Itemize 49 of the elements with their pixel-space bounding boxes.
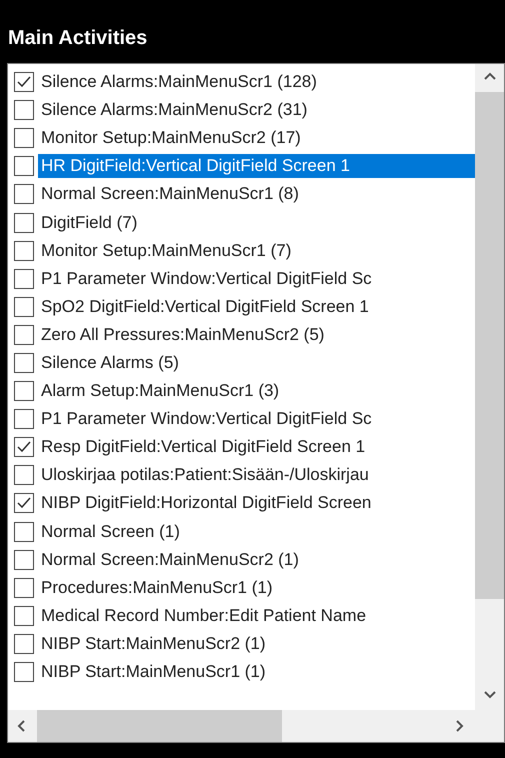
checkbox[interactable]: [14, 352, 34, 373]
horizontal-scrollbar[interactable]: [8, 710, 475, 742]
checkbox[interactable]: [14, 662, 34, 682]
checkbox[interactable]: [14, 184, 34, 204]
checkbox[interactable]: [14, 409, 34, 430]
list-item[interactable]: Zero All Pressures:MainMenuScr2 (5): [38, 322, 475, 347]
checkbox[interactable]: [14, 212, 34, 233]
list-item[interactable]: P1 Parameter Window:Vertical DigitField Sc: [38, 407, 475, 432]
list-item[interactable]: P1 Parameter Window:Vertical DigitField Sc: [38, 266, 475, 291]
list-item[interactable]: Normal Screen:MainMenuScr2 (1): [38, 548, 475, 572]
panel-title: Main Activities: [8, 27, 148, 50]
checkbox[interactable]: [14, 437, 34, 458]
list-item[interactable]: Alarm Setup:MainMenuScr1 (3): [38, 379, 475, 404]
list-item[interactable]: Normal Screen (1): [38, 520, 475, 544]
list-item[interactable]: DigitField (7): [38, 210, 475, 235]
list-item[interactable]: NIBP DigitField:Horizontal DigitField Screen: [38, 491, 475, 516]
checkbox[interactable]: [14, 296, 34, 317]
checkbox[interactable]: [14, 578, 34, 598]
checkbox[interactable]: [14, 128, 34, 148]
list-item[interactable]: Uloskirjaa potilas:Patient:Sisään-/Uloskirjau: [38, 463, 475, 488]
scrollbar-thumb[interactable]: [475, 92, 504, 600]
list-item[interactable]: HR DigitField:Vertical DigitField Screen 1: [38, 154, 475, 178]
list-item[interactable]: Silence Alarms (5): [38, 350, 475, 375]
checkbox[interactable]: [14, 100, 34, 120]
checkbox[interactable]: [14, 156, 34, 176]
list-item[interactable]: NIBP Start:MainMenuScr1 (1): [38, 660, 475, 684]
checkbox[interactable]: [14, 268, 34, 289]
list-item[interactable]: Procedures:MainMenuScr1 (1): [38, 576, 475, 600]
vertical-scrollbar[interactable]: [475, 64, 504, 710]
scrollbar-thumb[interactable]: [37, 710, 282, 742]
checkbox[interactable]: [14, 550, 34, 570]
checkbox[interactable]: [14, 72, 34, 92]
list-item[interactable]: Monitor Setup:MainMenuScr2 (17): [38, 126, 475, 150]
list-item[interactable]: Resp DigitField:Vertical DigitField Screen 1: [38, 435, 475, 460]
list-item[interactable]: Silence Alarms:MainMenuScr2 (31): [38, 98, 475, 122]
checkbox[interactable]: [14, 522, 34, 542]
checkbox[interactable]: [14, 606, 34, 626]
list-item[interactable]: Silence Alarms:MainMenuScr1 (128): [38, 70, 475, 94]
checkbox[interactable]: [14, 381, 34, 402]
list-item[interactable]: Medical Record Number:Edit Patient Name: [38, 604, 475, 628]
checkbox[interactable]: [14, 240, 34, 261]
list-item[interactable]: Normal Screen:MainMenuScr1 (8): [38, 182, 475, 206]
list-item[interactable]: NIBP Start:MainMenuScr2 (1): [38, 632, 475, 656]
checkbox[interactable]: [14, 465, 34, 486]
checkbox[interactable]: [14, 324, 34, 345]
checkbox[interactable]: [14, 634, 34, 654]
list-item[interactable]: Monitor Setup:MainMenuScr1 (7): [38, 238, 475, 263]
checkbox[interactable]: [14, 493, 34, 514]
list-item[interactable]: SpO2 DigitField:Vertical DigitField Screen 1: [38, 294, 475, 319]
